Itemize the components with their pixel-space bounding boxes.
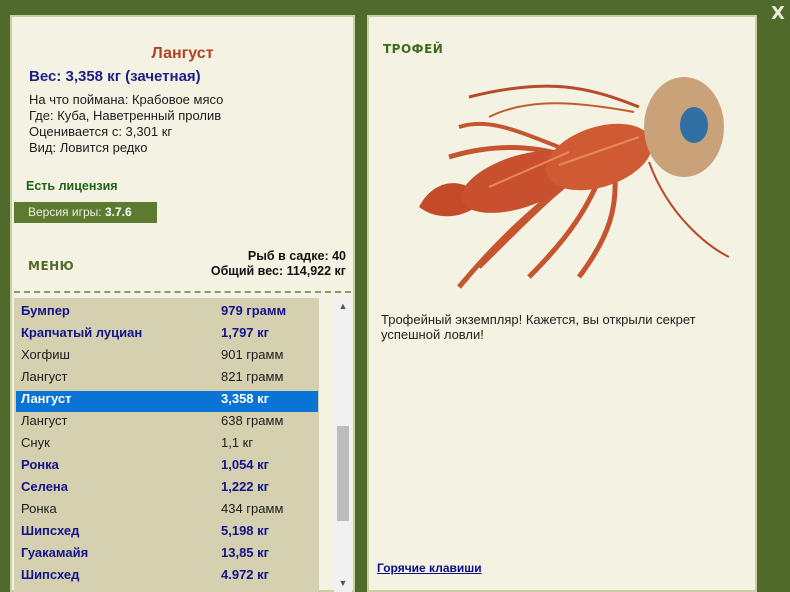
fish-list-name: Гуакамайя [21,545,89,560]
fish-list-name: Лангуст [21,391,72,406]
trophy-panel: ТРОФЕЙ Трофейный экземпляр! Кажется, вы … [367,15,757,592]
fish-list-weight: 1,222 кг [221,479,270,494]
fish-list-name: Снук [21,435,50,450]
scroll-up-arrow-icon[interactable]: ▲ [334,298,352,315]
bait-info: На что поймана: Крабовое мясо [29,92,224,107]
fish-list-name: Шипсхед [21,567,80,582]
version-label: Версия игры: [28,205,102,219]
fish-list[interactable]: Бумпер 979 грамм Крапчатый луциан 1,797 кг Х… [14,298,319,592]
version-value: 3.7.6 [104,205,132,219]
fish-list-row[interactable]: Ронка 1,054 кг [16,457,318,478]
hotkeys-link[interactable]: Горячие клавиши [377,561,482,575]
fish-list-name: Ронка [21,457,59,472]
fish-list-name: Лангуст [21,369,68,384]
fish-list-weight: 821 грамм [221,369,284,384]
fish-list-name: Крапчатый луциан [21,325,143,340]
trophy-message: Трофейный экземпляр! Кажется, вы открыли… [381,312,696,342]
species-info: Вид: Ловится редко [29,140,148,155]
fish-list-row[interactable]: Лангуст 638 грамм [16,413,318,434]
fish-list-weight: 979 грамм [221,303,287,318]
fish-list-name: Бумпер [21,303,70,318]
fish-list-row[interactable]: Ронка 434 грамм [16,501,318,522]
scroll-thumb[interactable] [337,426,349,521]
fish-list-name: Селена [21,479,69,494]
fish-list-row[interactable]: Хогфиш 901 грамм [16,347,318,368]
fish-list-weight: 901 грамм [221,347,284,362]
fish-list-row[interactable]: Снук 1,1 кг [16,435,318,456]
fish-list-row[interactable]: Лангуст 3,358 кг [16,391,318,412]
fish-list-weight: 13,85 кг [221,545,270,560]
fish-list-row[interactable]: Гуакамайя 13,85 кг [16,545,318,566]
license-status: Есть лицензия [26,179,118,193]
fish-list-weight: 1,1 кг [221,435,254,450]
scroll-down-arrow-icon[interactable]: ▼ [334,575,352,592]
game-version: Версия игры: 3.7.6 [14,202,157,223]
divider [14,291,351,293]
menu-button[interactable]: МЕНЮ [28,259,74,273]
fish-list-weight: 434 грамм [221,501,284,516]
fish-list-name: Лангуст [21,413,68,428]
fish-list-row[interactable]: Шипсхед 5,198 кг [16,523,318,544]
fish-list-name: Шипсхед [21,523,80,538]
lobster-image [419,77,729,289]
close-button[interactable]: X [768,4,788,24]
fish-list-row[interactable]: Бумпер 979 грамм [16,303,318,324]
fish-list-weight: 1,054 кг [221,457,270,472]
fish-details-panel: Лангуст Вес: 3,358 кг (зачетная) На что … [10,15,355,592]
value-info: Оценивается с: 3,301 кг [29,124,173,139]
fish-list-row[interactable]: Лангуст 821 грамм [16,369,318,390]
keepnet-stats: Рыб в садке: 40 Общий вес: 114,922 кг [211,249,346,279]
fish-list-weight: 4.972 кг [221,567,270,582]
fish-list-row[interactable]: Крапчатый луциан 1,797 кг [16,325,318,346]
fish-list-row[interactable]: Селена 1,222 кг [16,479,318,500]
fish-list-weight: 5,198 кг [221,523,270,538]
total-weight: Общий вес: 114,922 кг [210,264,346,278]
location-info: Где: Куба, Наветренный пролив [29,108,222,123]
fish-count: Рыб в садке: 40 [247,249,346,263]
list-scrollbar[interactable]: ▲ ▼ [334,298,352,592]
fish-weight: Вес: 3,358 кг (зачетная) [29,68,201,85]
fish-name: Лангуст [151,45,214,62]
fish-list-weight: 638 грамм [221,413,284,428]
fish-list-name: Хогфиш [21,347,70,362]
fish-list-weight: 3,358 кг [221,391,270,406]
fish-list-row[interactable]: Шипсхед 4.972 кг [16,567,318,588]
fish-list-name: Ронка [21,501,57,516]
fish-list-weight: 1,797 кг [221,325,270,340]
